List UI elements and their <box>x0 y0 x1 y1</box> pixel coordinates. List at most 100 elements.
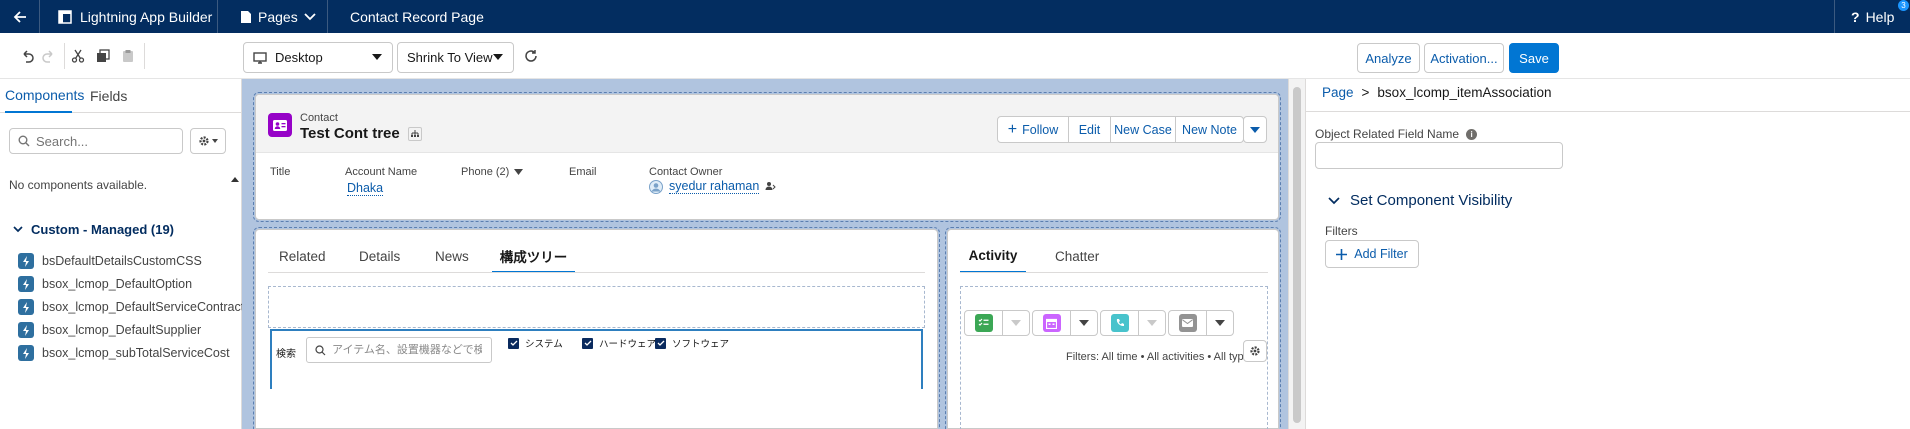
search-input[interactable] <box>36 133 166 149</box>
change-owner-icon[interactable] <box>765 181 777 192</box>
undo-icon <box>23 50 34 63</box>
contact-icon <box>268 113 292 137</box>
scrollbar-thumb[interactable] <box>1293 87 1301 423</box>
event-dropdown[interactable] <box>1071 311 1097 335</box>
gear-icon <box>199 136 209 146</box>
component-settings-button[interactable] <box>190 128 226 154</box>
save-button[interactable]: Save <box>1509 43 1559 73</box>
account-name-label: Account Name <box>345 166 418 178</box>
activity-filters-text: Filters: All time • All activities • All… <box>1066 351 1256 363</box>
lightning-icon <box>18 276 34 292</box>
hierarchy-icon[interactable] <box>407 126 422 141</box>
calendar-icon <box>1042 314 1061 332</box>
copy-button[interactable] <box>92 45 114 67</box>
list-item[interactable]: bsox_lcmop_DefaultOption <box>18 275 192 293</box>
follow-button[interactable]: + Follow <box>997 116 1069 143</box>
edit-button[interactable]: Edit <box>1069 116 1111 143</box>
list-item[interactable]: bsox_lcmop_DefaultSupplier <box>18 321 201 339</box>
breadcrumb-page-link[interactable]: Page <box>1322 85 1354 100</box>
refresh-button[interactable] <box>520 45 542 67</box>
new-note-button[interactable]: New Note <box>1176 116 1244 143</box>
list-item[interactable]: bsDefaultDetailsCustomCSS <box>18 252 202 270</box>
undo-button[interactable] <box>16 45 38 67</box>
phone-label[interactable]: Phone (2) <box>461 166 524 178</box>
activity-component[interactable]: Activity Chatter Filters: All time • All… <box>945 227 1281 429</box>
app-title: Lightning App Builder <box>40 0 218 33</box>
view-select[interactable]: Shrink To View <box>397 42 514 73</box>
record-header-card[interactable]: Contact Test Cont tree + Follow Edit New… <box>253 92 1281 222</box>
help-label: Help <box>1865 8 1895 25</box>
list-item[interactable]: bsox_lcmop_subTotalServiceCost <box>18 344 230 362</box>
record-actions: + Follow Edit New Case New Note <box>997 116 1244 143</box>
email-dropdown[interactable] <box>1207 311 1233 335</box>
new-task-button[interactable] <box>964 310 1030 336</box>
chevron-down-icon <box>304 12 316 20</box>
call-dropdown[interactable] <box>1139 311 1165 335</box>
activation-button[interactable]: Activation... <box>1424 43 1504 73</box>
breadcrumb-current: bsox_lcomp_itemAssociation <box>1377 85 1552 100</box>
caret-down-icon <box>1250 126 1260 133</box>
components-panel: Components Fields No components availabl… <box>0 79 244 429</box>
more-actions-button[interactable] <box>1243 116 1267 143</box>
task-dropdown[interactable] <box>1003 311 1029 335</box>
pages-menu[interactable]: Pages <box>218 0 328 33</box>
section-title: Custom - Managed (19) <box>31 222 175 237</box>
caret-down-icon <box>493 54 503 60</box>
caret-down-icon <box>212 139 218 143</box>
filter-label: ソフトウェア <box>672 339 730 350</box>
new-case-button[interactable]: New Case <box>1111 116 1176 143</box>
log-call-button[interactable] <box>1100 310 1166 336</box>
new-event-button[interactable] <box>1032 310 1098 336</box>
redo-button[interactable] <box>38 45 60 67</box>
device-select[interactable]: Desktop <box>243 42 393 73</box>
chevron-down-icon <box>1328 196 1340 204</box>
tree-search-field[interactable] <box>306 337 492 363</box>
object-related-field-input[interactable] <box>1315 142 1563 169</box>
left-panel-tabs: Components Fields <box>0 79 242 113</box>
config-tree-component[interactable]: 検索 システム ハードウェア ソフトウェア <box>270 329 923 389</box>
tab-related[interactable]: Related <box>279 240 326 273</box>
builder-toolbar: Desktop Shrink To View Analyze Activatio… <box>0 33 1910 79</box>
tabs-component[interactable]: Related Details News 構成ツリー 検索 システム ハードウェ… <box>253 227 940 429</box>
add-filter-button[interactable]: Add Filter <box>1325 240 1419 268</box>
cut-button[interactable] <box>67 45 89 67</box>
back-button[interactable] <box>0 0 40 33</box>
list-item[interactable]: bsox_lcmop_DefaultServiceContract <box>18 298 244 316</box>
empty-component-slot[interactable] <box>268 286 925 328</box>
filter-system-checkbox[interactable]: システム <box>508 336 563 350</box>
analyze-button[interactable]: Analyze <box>1357 43 1420 73</box>
canvas-scrollbar[interactable] <box>1288 79 1305 429</box>
tab-news[interactable]: News <box>435 240 469 273</box>
chevron-down-icon <box>13 226 23 233</box>
component-search[interactable] <box>9 128 183 154</box>
tree-search-input[interactable] <box>332 344 482 356</box>
set-component-visibility-section[interactable]: Set Component Visibility <box>1328 192 1512 209</box>
send-email-button[interactable] <box>1168 310 1234 336</box>
checkbox-checked-icon <box>508 337 519 349</box>
tab-config-tree[interactable]: 構成ツリー <box>492 240 575 273</box>
info-icon[interactable]: i <box>1466 128 1478 140</box>
paste-button[interactable] <box>117 45 139 67</box>
email-icon <box>1178 314 1197 332</box>
copy-icon <box>97 49 110 62</box>
filter-software-checkbox[interactable]: ソフトウェア <box>655 336 729 350</box>
no-components-text: No components available. <box>9 178 148 192</box>
tab-components[interactable]: Components <box>5 79 84 113</box>
pages-label: Pages <box>258 8 298 25</box>
contact-owner-link[interactable]: syedur rahaman <box>669 179 760 194</box>
tab-fields[interactable]: Fields <box>90 79 127 113</box>
follow-label: Follow <box>1022 122 1059 137</box>
filter-hardware-checkbox[interactable]: ハードウェア <box>582 336 656 350</box>
tree-search-label: 検索 <box>276 349 296 360</box>
tab-activity[interactable]: Activity <box>960 240 1026 273</box>
scroll-up-arrow[interactable] <box>231 177 239 182</box>
activity-settings-button[interactable] <box>1243 340 1267 362</box>
tab-details[interactable]: Details <box>359 240 400 273</box>
tab-chatter[interactable]: Chatter <box>1055 240 1099 273</box>
contact-owner-value: syedur rahaman <box>649 179 777 194</box>
help-button[interactable]: ? Help 3 <box>1834 0 1910 33</box>
account-name-link[interactable]: Dhaka <box>347 181 384 196</box>
custom-managed-section[interactable]: Custom - Managed (19) <box>13 222 174 237</box>
breadcrumb: Page > bsox_lcomp_itemAssociation <box>1322 85 1552 100</box>
device-value: Desktop <box>275 50 323 65</box>
